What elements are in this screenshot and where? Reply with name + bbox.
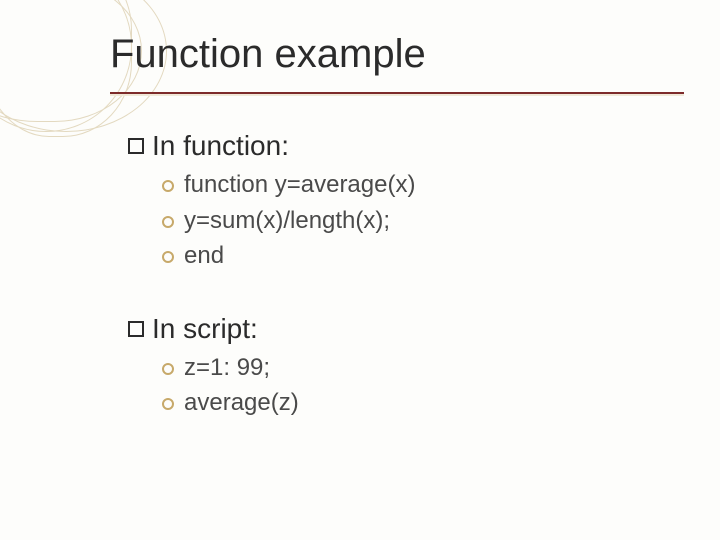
square-bullet-icon xyxy=(128,138,144,154)
list-item: average(z) xyxy=(162,386,680,420)
ring-bullet-icon xyxy=(162,251,174,263)
section-heading-function: In function: xyxy=(128,130,680,162)
section-items-function: function y=average(x) y=sum(x)/length(x)… xyxy=(162,168,680,273)
list-item: y=sum(x)/length(x); xyxy=(162,204,680,238)
section-heading-script: In script: xyxy=(128,313,680,345)
list-item: function y=average(x) xyxy=(162,168,680,202)
section-heading-text: In function: xyxy=(152,130,289,162)
list-item-text: function y=average(x) xyxy=(184,168,415,202)
section-items-script: z=1: 99; average(z) xyxy=(162,351,680,420)
slide-content: In function: function y=average(x) y=sum… xyxy=(128,130,680,422)
title-underline xyxy=(110,92,684,96)
square-bullet-icon xyxy=(128,321,144,337)
list-item-text: end xyxy=(184,239,224,273)
ring-bullet-icon xyxy=(162,363,174,375)
list-item-text: average(z) xyxy=(184,386,299,420)
ring-bullet-icon xyxy=(162,180,174,192)
list-item: z=1: 99; xyxy=(162,351,680,385)
section-heading-text: In script: xyxy=(152,313,258,345)
list-item-text: y=sum(x)/length(x); xyxy=(184,204,390,238)
ring-bullet-icon xyxy=(162,398,174,410)
list-item: end xyxy=(162,239,680,273)
slide-title: Function example xyxy=(110,32,426,77)
ring-bullet-icon xyxy=(162,216,174,228)
list-item-text: z=1: 99; xyxy=(184,351,270,385)
